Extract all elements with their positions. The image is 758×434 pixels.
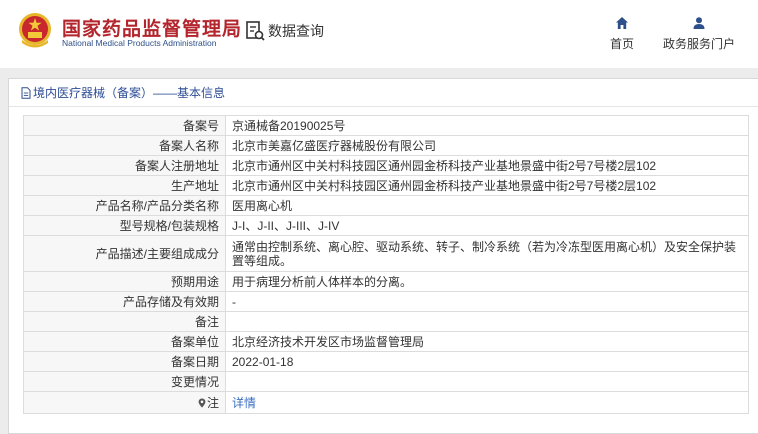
site-header: 国家药品监督管理局 National Medical Products Admi… xyxy=(0,0,758,68)
breadcrumb: 境内医疗器械（备案）——基本信息 xyxy=(9,79,758,107)
table-row: 变更情况 xyxy=(23,371,749,392)
row-label-product-description: 产品描述/主要组成成分 xyxy=(23,235,226,272)
row-value-product-name: 医用离心机 xyxy=(225,195,749,216)
row-value-registered-address: 北京市通州区中关村科技园区通州园金桥科技产业基地景盛中街2号7号楼2层102 xyxy=(225,155,749,176)
nav-home[interactable]: 首页 xyxy=(610,16,634,52)
table-row: 备案人名称 北京市美嘉亿盛医疗器械股份有限公司 xyxy=(23,135,749,156)
search-document-icon xyxy=(246,21,265,41)
breadcrumb-text: 境内医疗器械（备案）——基本信息 xyxy=(33,86,226,100)
table-row: 备案人注册地址 北京市通州区中关村科技园区通州园金桥科技产业基地景盛中街2号7号… xyxy=(23,155,749,176)
table-row: 型号规格/包装规格 J-I、J-II、J-III、J-IV xyxy=(23,215,749,236)
row-label-model-spec: 型号规格/包装规格 xyxy=(23,215,226,236)
note-label: 注 xyxy=(206,395,219,410)
row-value-model-spec: J-I、J-II、J-III、J-IV xyxy=(225,215,749,236)
row-value-product-description: 通常由控制系统、离心腔、驱动系统、转子、制冷系统（若为冷冻型医用离心机）及安全保… xyxy=(225,235,749,272)
row-label-storage-validity: 产品存储及有效期 xyxy=(23,291,226,312)
details-link[interactable]: 详情 xyxy=(232,396,256,410)
row-value-storage-validity: - xyxy=(225,291,749,312)
row-label-remarks: 备注 xyxy=(23,311,226,332)
row-label-filing-unit: 备案单位 xyxy=(23,331,226,352)
row-value-filing-date: 2022-01-18 xyxy=(225,351,749,372)
row-label-filing-date: 备案日期 xyxy=(23,351,226,372)
row-label-change-history: 变更情况 xyxy=(23,371,226,392)
row-value-filing-unit: 北京经济技术开发区市场监督管理局 xyxy=(225,331,749,352)
location-pin-icon xyxy=(198,398,206,408)
row-label-production-address: 生产地址 xyxy=(23,175,226,196)
table-row: 备注 xyxy=(23,311,749,332)
data-query-link[interactable]: 数据查询 xyxy=(245,20,324,42)
row-value-record-number: 京通械备20190025号 xyxy=(225,115,749,136)
table-row: 产品名称/产品分类名称 医用离心机 xyxy=(23,195,749,216)
row-label-registrant-name: 备案人名称 xyxy=(23,135,226,156)
row-value-production-address: 北京市通州区中关村科技园区通州园金桥科技产业基地景盛中街2号7号楼2层102 xyxy=(225,175,749,196)
row-label-product-name: 产品名称/产品分类名称 xyxy=(23,195,226,216)
row-value-remarks xyxy=(225,311,749,332)
record-info-table: 备案号 京通械备20190025号 备案人名称 北京市美嘉亿盛医疗器械股份有限公… xyxy=(23,115,749,414)
row-value-note: 详情 xyxy=(225,391,749,414)
table-row: 产品描述/主要组成成分 通常由控制系统、离心腔、驱动系统、转子、制冷系统（若为冷… xyxy=(23,235,749,272)
user-icon xyxy=(693,17,705,29)
detail-panel: 境内医疗器械（备案）——基本信息 备案号 京通械备20190025号 备案人名称… xyxy=(8,78,758,434)
row-label-record-number: 备案号 xyxy=(23,115,226,136)
table-row: 产品存储及有效期 - xyxy=(23,291,749,312)
nav-service-portal[interactable]: 政务服务门户 xyxy=(663,16,735,52)
nav-home-label: 首页 xyxy=(610,37,635,51)
row-label-note: 注 xyxy=(23,391,226,414)
table-row: 备案号 京通械备20190025号 xyxy=(23,115,749,136)
table-row: 备案单位 北京经济技术开发区市场监督管理局 xyxy=(23,331,749,352)
row-value-registrant-name: 北京市美嘉亿盛医疗器械股份有限公司 xyxy=(225,135,749,156)
row-label-intended-use: 预期用途 xyxy=(23,271,226,292)
nav-service-portal-label: 政务服务门户 xyxy=(663,37,736,51)
row-value-change-history xyxy=(225,371,749,392)
table-row: 预期用途 用于病理分析前人体样本的分离。 xyxy=(23,271,749,292)
national-emblem-icon xyxy=(19,13,51,48)
logo-title-en[interactable]: National Medical Products Administration xyxy=(62,38,217,48)
table-row: 备案日期 2022-01-18 xyxy=(23,351,749,372)
document-icon xyxy=(21,86,31,99)
row-label-registered-address: 备案人注册地址 xyxy=(23,155,226,176)
table-row: 注 详情 xyxy=(23,391,749,414)
row-value-intended-use: 用于病理分析前人体样本的分离。 xyxy=(225,271,749,292)
logo-title-cn[interactable]: 国家药品监督管理局 xyxy=(62,14,242,41)
home-icon xyxy=(616,17,628,29)
table-row: 生产地址 北京市通州区中关村科技园区通州园金桥科技产业基地景盛中街2号7号楼2层… xyxy=(23,175,749,196)
data-query-label: 数据查询 xyxy=(268,23,324,39)
